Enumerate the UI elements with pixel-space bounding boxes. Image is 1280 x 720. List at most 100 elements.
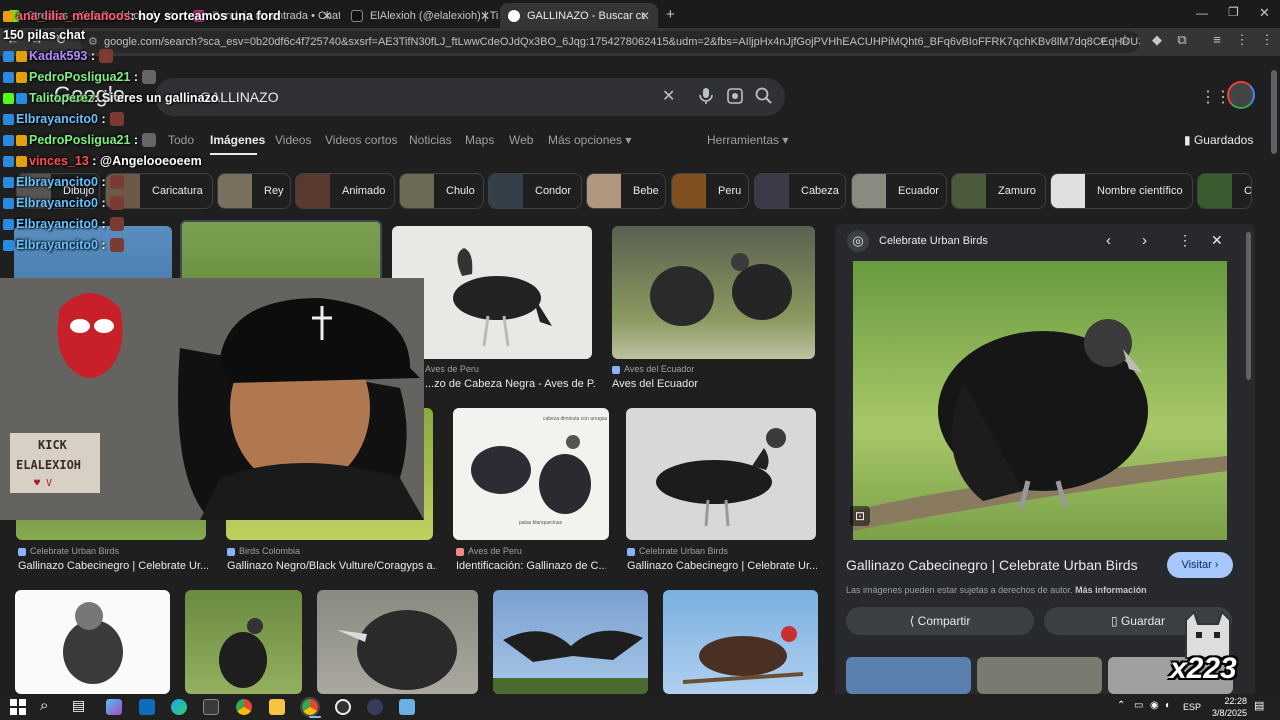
close-tab-icon[interactable]: ✕ [480,9,490,23]
result-image[interactable] [663,590,818,694]
tab-news[interactable]: Noticias [409,133,452,147]
preview-title[interactable]: Gallinazo Cabecinegro | Celebrate Urban … [846,557,1138,573]
tab-all[interactable]: Todo [168,133,194,147]
tab-google-search[interactable]: GALLINAZO - Buscar con Google✕ [500,3,658,28]
voice-search-icon[interactable] [696,86,716,106]
result-image[interactable] [15,590,170,694]
outlook-icon[interactable] [139,699,155,715]
saved-button[interactable]: ▮ Guardados [1184,133,1253,147]
new-tab-icon[interactable]: + [666,6,675,23]
edge-icon[interactable] [171,699,187,715]
windows-start-icon[interactable] [10,699,26,715]
maximize-icon[interactable]: ❐ [1228,5,1239,19]
result-caption[interactable]: Gallinazo Negro/Black Vulture/Coragyps a… [227,560,437,572]
tray-monitor-icon[interactable]: ▭ [1134,700,1143,711]
notes-icon[interactable] [399,699,415,715]
tray-chevron-icon[interactable]: ⌃ [1117,700,1125,711]
chat-badge-icon [16,134,27,146]
lens-icon[interactable]: ⊡ [850,506,870,526]
result-image[interactable]: cabeza diminuta con arrugas patas blanque… [453,408,609,540]
chip-zamuro[interactable]: Zamuro [951,173,1046,209]
preview-site-name[interactable]: Celebrate Urban Birds [879,235,988,247]
app-icon[interactable] [367,699,383,715]
result-image[interactable] [185,590,302,694]
side-panel-icon[interactable]: ⋮ [1258,32,1276,48]
previous-image-icon[interactable]: ‹ [1106,232,1111,249]
result-image[interactable] [612,226,815,359]
clear-search-icon[interactable]: ✕ [662,86,675,106]
tab-web[interactable]: Web [509,133,533,147]
panel-scrollbar[interactable] [1246,232,1251,380]
tab-short-videos[interactable]: Videos cortos [325,133,398,147]
tray-date[interactable]: 3/8/2025 [1203,708,1247,718]
tools-button[interactable]: Herramientas ▾ [707,133,788,147]
site-favicon-icon [227,547,235,556]
chip-cabeza[interactable]: Cabeza [754,173,846,209]
file-explorer-icon[interactable] [269,699,285,715]
chip-thumbnail [952,174,986,208]
chip-condor[interactable]: Condor [488,173,582,209]
related-image[interactable] [977,657,1102,694]
result-caption[interactable]: Gallinazo Cabecinegro | Celebrate Ur... [18,560,208,572]
minimize-icon[interactable]: — [1196,6,1208,20]
visit-button[interactable]: Visitar › [1167,552,1233,578]
chip-chulo[interactable]: Chulo [399,173,484,209]
zoom-icon[interactable]: ⌕ [1094,32,1112,48]
result-caption[interactable]: Gallinazo Cabecinegro | Celebrate Ur... [627,560,817,572]
chip-animado[interactable]: Animado [295,173,395,209]
tab-images[interactable]: Imágenes [210,133,265,147]
next-image-icon[interactable]: › [1142,232,1147,249]
close-preview-icon[interactable]: ✕ [1211,232,1223,249]
chip-ecuador[interactable]: Ecuador [851,173,947,209]
more-options-icon[interactable]: ⋮ [1178,232,1192,249]
related-image[interactable] [846,657,971,694]
result-image[interactable] [493,590,648,694]
chip-bebe[interactable]: Bebe [586,173,666,209]
result-image[interactable] [626,408,816,540]
address-input[interactable]: ⚙ google.com/search?sca_esv=0b20df6c4f72… [80,31,1140,53]
search-icon[interactable] [754,86,774,106]
tray-network-icon[interactable]: ◉ [1150,700,1159,711]
more-info-link[interactable]: Más información [1075,585,1147,595]
tray-volume-icon[interactable]: ◐ [1165,700,1171,711]
share-button[interactable]: ⟨ Compartir [846,607,1034,635]
account-avatar[interactable] [1227,81,1255,109]
tab-more-options[interactable]: Más opciones ▾ [548,133,631,147]
menu-dots-icon[interactable]: ⋮ [1233,32,1251,48]
taskbar-search-icon[interactable]: ⌕ [40,697,48,714]
obs-icon[interactable] [335,699,351,715]
close-tab-icon[interactable]: ✕ [322,9,332,23]
store-icon[interactable] [203,699,219,715]
chrome-icon[interactable] [236,699,252,715]
chip-peru[interactable]: Peru [671,173,749,209]
chip-co[interactable]: Co [1197,173,1252,209]
chat-message: 150 pilas chat [3,28,85,42]
result-caption[interactable]: ...zo de Cabeza Negra - Aves de P... [425,378,595,390]
task-view-icon[interactable]: ▤ [72,697,85,714]
copilot-icon[interactable] [106,699,122,715]
result-source: Aves de Peru [425,364,479,374]
result-caption[interactable]: Identificación: Gallinazo de C... [456,560,606,572]
tab-tiktok[interactable]: ElAlexioh (@elalexioh) | TikTok✕ [343,3,498,28]
tray-time[interactable]: 22:28 [1207,696,1247,706]
chrome-active-icon[interactable] [300,697,320,717]
lens-search-icon[interactable] [725,86,745,106]
preview-image[interactable] [853,261,1227,540]
chip-nombre-cientifico[interactable]: Nombre científico [1050,173,1193,209]
notifications-icon[interactable]: ▤ [1254,699,1264,712]
tray-language[interactable]: ESP [1183,702,1201,712]
extension-diamond-icon[interactable]: ◆ [1148,32,1166,48]
site-favicon-icon [627,547,635,556]
close-window-icon[interactable]: ✕ [1259,5,1270,21]
extensions-puzzle-icon[interactable]: ⧉ [1173,32,1191,48]
chip-rey[interactable]: Rey [217,173,291,209]
page-scrollbar[interactable] [1271,70,1277,154]
chat-message: vinces_13 : @Angelooeoeem [3,151,202,171]
bookmark-star-icon[interactable]: ☆ [1116,32,1134,48]
media-controls-icon[interactable]: ≡ [1208,32,1226,47]
result-caption[interactable]: Aves del Ecuador [612,378,812,390]
tab-videos[interactable]: Videos [275,133,311,147]
close-tab-icon[interactable]: ✕ [640,9,650,23]
result-image[interactable] [317,590,478,694]
tab-maps[interactable]: Maps [465,133,494,147]
